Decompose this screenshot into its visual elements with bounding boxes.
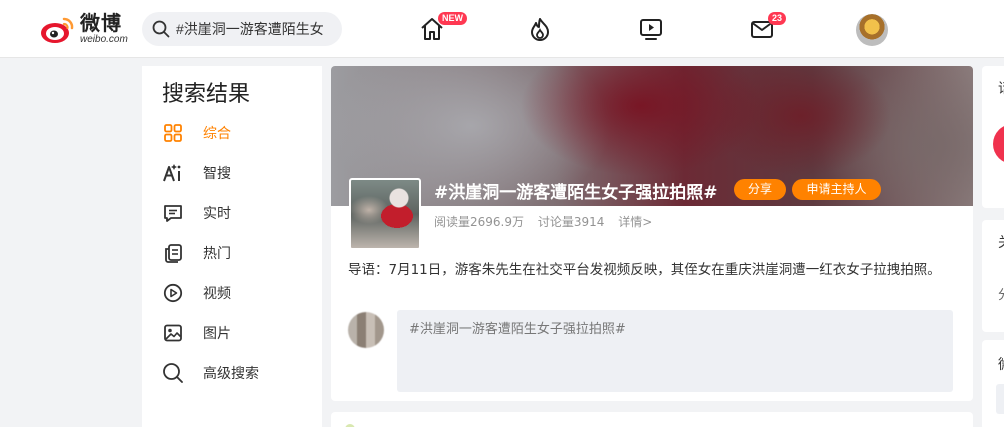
- ai-icon: [162, 162, 184, 184]
- right-panel-text: 分: [998, 284, 1004, 303]
- sidebar-item-label: 智搜: [203, 166, 231, 182]
- user-avatar[interactable]: [856, 14, 888, 46]
- right-panel-heading: 关: [998, 232, 1004, 252]
- host-avatar[interactable]: [993, 124, 1004, 164]
- nav-hot[interactable]: [524, 14, 556, 44]
- realtime-icon: [162, 202, 184, 224]
- discussion-count: 讨论量3914: [537, 215, 605, 229]
- right-panel-topic: 话: [982, 66, 1004, 208]
- sidebar-item-advanced-search[interactable]: 高级搜索: [162, 358, 312, 388]
- sidebar-item-video[interactable]: 视频: [162, 278, 312, 308]
- image-icon: [162, 322, 184, 344]
- topic-thumbnail[interactable]: [349, 178, 421, 250]
- right-panel-weibo: 微: [982, 340, 1004, 427]
- weibo-eye-icon: [40, 14, 76, 44]
- right-panel-heading: 话: [998, 78, 1004, 98]
- sidebar-item-label: 视频: [203, 286, 231, 302]
- sidebar-item-label: 综合: [203, 126, 231, 142]
- weibo-logo[interactable]: 微博 weibo.com: [40, 10, 132, 48]
- search-input[interactable]: [176, 21, 336, 37]
- hot-list-icon: [162, 242, 184, 264]
- topic-stats: 阅读量2696.9万 讨论量3914 详情>: [434, 213, 662, 230]
- grid-icon: [162, 122, 184, 144]
- topic-lead-text: 导语：7月11日，游客朱先生在社交平台发视频反映，其侄女在重庆洪崖洞遭一红衣女子…: [348, 262, 941, 278]
- compose-avatar: [348, 312, 384, 348]
- search-icon: [162, 362, 184, 384]
- right-panel-input[interactable]: [996, 384, 1004, 414]
- sidebar-item-label: 图片: [203, 326, 231, 342]
- sidebar-title: 搜索结果: [162, 82, 251, 107]
- play-icon: [162, 282, 184, 304]
- details-link[interactable]: 详情>: [618, 215, 652, 229]
- sidebar-item-label: 高级搜索: [203, 366, 259, 382]
- search-filter-sidebar: 搜索结果 综合 智搜 实时 热门 视频 图片 高级搜索: [142, 66, 322, 427]
- logo-domain: weibo.com: [80, 34, 128, 45]
- sidebar-item-comprehensive[interactable]: 综合: [162, 118, 312, 148]
- top-navigation-bar: 微博 weibo.com NEW 23: [0, 0, 1004, 58]
- result-card: [331, 412, 973, 427]
- apply-host-button[interactable]: 申请主持人: [792, 179, 881, 200]
- sidebar-item-images[interactable]: 图片: [162, 318, 312, 348]
- nav-messages[interactable]: 23: [746, 12, 787, 44]
- nav-video[interactable]: [635, 14, 667, 44]
- logo-text: 微博: [80, 11, 122, 35]
- sidebar-item-realtime[interactable]: 实时: [162, 198, 312, 228]
- compose-textarea[interactable]: #洪崖洞一游客遭陌生女子强拉拍照#: [397, 310, 953, 392]
- sidebar-item-label: 热门: [203, 246, 231, 262]
- search-bar[interactable]: [142, 12, 342, 46]
- right-panel-heading: 微: [998, 354, 1004, 374]
- share-button[interactable]: 分享: [734, 179, 786, 200]
- nav-home[interactable]: NEW: [416, 12, 467, 44]
- right-panel-related: 关 分: [982, 220, 1004, 332]
- new-badge: NEW: [438, 12, 467, 25]
- sidebar-item-label: 实时: [203, 206, 231, 222]
- sidebar-item-smart-search[interactable]: 智搜: [162, 158, 312, 188]
- video-icon: [640, 19, 662, 40]
- hot-icon: [531, 18, 549, 41]
- search-icon: [152, 20, 170, 38]
- sidebar-item-popular[interactable]: 热门: [162, 238, 312, 268]
- read-count: 阅读量2696.9万: [434, 215, 524, 229]
- message-count-badge: 23: [768, 12, 787, 25]
- topic-card: #洪崖洞一游客遭陌生女子强拉拍照# 分享 申请主持人 阅读量2696.9万 讨论…: [331, 66, 973, 401]
- topic-title[interactable]: #洪崖洞一游客遭陌生女子强拉拍照#: [434, 178, 718, 203]
